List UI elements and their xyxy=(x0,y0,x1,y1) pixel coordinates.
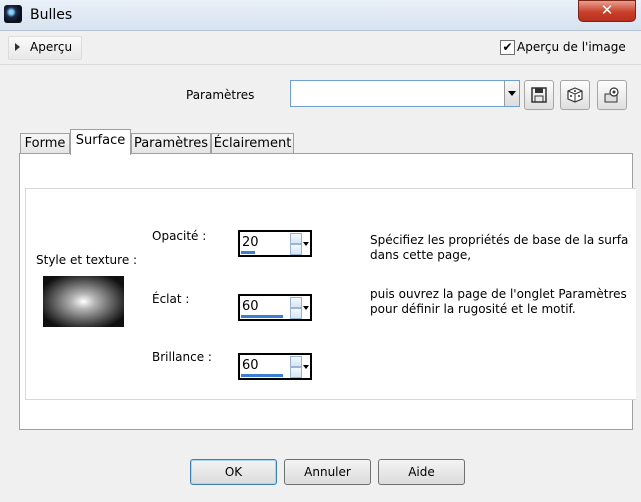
glint-spin[interactable] xyxy=(290,297,302,319)
save-preset-button[interactable] xyxy=(524,80,554,110)
style-texture-label: Style et texture : xyxy=(36,253,138,267)
opacity-label: Opacité : xyxy=(152,229,207,243)
description-line-2: dans cette page, xyxy=(370,248,472,262)
glint-label: Éclat : xyxy=(152,292,190,306)
image-preview-label: Aperçu de l'image xyxy=(517,40,626,54)
spin-up-icon[interactable] xyxy=(290,297,302,308)
presets-dropdown[interactable] xyxy=(290,80,520,107)
opacity-spin[interactable] xyxy=(290,233,302,255)
opacity-dropdown-arrow-icon[interactable] xyxy=(302,233,310,254)
dice-icon xyxy=(567,87,583,103)
shininess-level-bar xyxy=(241,374,283,377)
preset-manager-button[interactable] xyxy=(597,80,627,110)
title-bar xyxy=(0,0,641,31)
shininess-spin[interactable] xyxy=(290,356,302,378)
ok-button[interactable]: OK xyxy=(190,459,277,485)
texture-swatch[interactable] xyxy=(43,276,124,327)
shininess-value: 60 xyxy=(242,358,259,373)
preview-toggle-label: Aperçu xyxy=(30,40,73,54)
description-line-4: pour définir la rugosité et le motif. xyxy=(370,302,576,316)
image-preview-checkbox[interactable]: ✔ xyxy=(500,40,515,55)
tab-eclairement[interactable]: Éclairement xyxy=(211,133,294,154)
presets-label: Paramètres xyxy=(186,88,255,102)
opacity-level-bar xyxy=(241,251,255,254)
preset-manager-icon xyxy=(604,87,619,103)
close-button[interactable]: ✕ xyxy=(578,0,636,22)
description-line-3: puis ouvrez la page de l'onglet Paramètr… xyxy=(370,287,627,301)
description-line-1: Spécifiez les propriétés de base de la s… xyxy=(370,233,629,247)
shininess-label: Brillance : xyxy=(152,350,212,364)
bubbles-app-icon xyxy=(4,5,22,23)
close-icon: ✕ xyxy=(600,1,614,19)
random-preset-button[interactable] xyxy=(560,80,590,110)
spin-up-icon[interactable] xyxy=(290,233,302,244)
opacity-value: 20 xyxy=(242,235,259,250)
tab-parametres[interactable]: Paramètres xyxy=(131,133,211,154)
cancel-button[interactable]: Annuler xyxy=(284,459,371,485)
help-button[interactable]: Aide xyxy=(378,459,465,485)
glint-stepper[interactable]: 60 xyxy=(238,294,312,321)
glint-dropdown-arrow-icon[interactable] xyxy=(302,297,310,318)
window-title: Bulles xyxy=(30,7,73,23)
spin-down-icon[interactable] xyxy=(290,244,302,255)
shininess-stepper[interactable]: 60 xyxy=(238,353,312,380)
expand-arrow-icon xyxy=(15,43,20,51)
shininess-dropdown-arrow-icon[interactable] xyxy=(302,356,310,377)
tab-surface[interactable]: Surface xyxy=(70,129,131,155)
spin-down-icon[interactable] xyxy=(290,308,302,319)
opacity-stepper[interactable]: 20 xyxy=(238,230,312,257)
presets-dropdown-button[interactable] xyxy=(504,81,519,106)
spin-down-icon[interactable] xyxy=(290,367,302,378)
spin-up-icon[interactable] xyxy=(290,356,302,367)
floppy-disk-icon xyxy=(531,87,547,103)
chevron-down-icon xyxy=(508,91,516,96)
checkmark-icon: ✔ xyxy=(502,40,513,54)
preview-toggle-button[interactable]: Aperçu xyxy=(8,36,82,60)
tab-forme[interactable]: Forme xyxy=(20,133,70,154)
glint-level-bar xyxy=(241,315,283,318)
glint-value: 60 xyxy=(242,299,259,314)
